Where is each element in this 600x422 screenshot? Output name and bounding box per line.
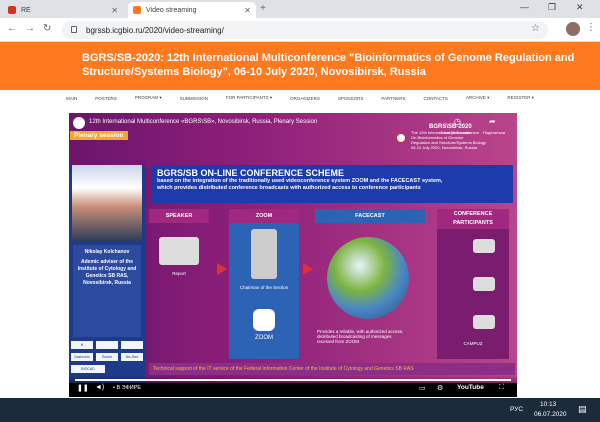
language-indicator[interactable]: РУС (510, 406, 523, 413)
participant-icon (473, 239, 495, 253)
youtube-logo[interactable]: YouTube (457, 384, 484, 391)
close-window-button[interactable]: ✕ (576, 2, 584, 13)
tab-label: Video streaming (146, 6, 197, 14)
gmail-icon (8, 6, 16, 14)
speaker-column: SPEAKER Report (149, 209, 209, 359)
speaker-photo (72, 165, 142, 241)
scheme-title: BGRS/SB ON-LINE CONFERENCE SCHEME (157, 168, 345, 178)
maximize-button[interactable]: ❐ (548, 2, 556, 13)
nav-register[interactable]: REGISTER ▾ (507, 95, 534, 101)
notification-icon[interactable]: ▤ (578, 404, 587, 415)
star-icon[interactable]: ☆ (531, 23, 540, 34)
participants-column: CONFERENCE PARTICIPANTS CAMPUZ (437, 209, 509, 359)
sponsor-logo (121, 341, 143, 349)
nav-program[interactable]: PROGRAM ▾ (135, 95, 162, 101)
site-banner: BGRS/SB-2020: 12th International Multico… (0, 42, 600, 90)
conf-line: 06-10 July 2020, Novosibirsk, Russia (411, 145, 477, 150)
nav-organizers[interactable]: ORGANIZERS (290, 96, 320, 101)
address-bar[interactable]: bgrssb.icgbio.ru/2020/video-streaming/ ☆ (62, 21, 548, 39)
speaker-card: Nikolay Kolchanov Ademic adviser of the I… (73, 245, 141, 337)
live-badge[interactable]: • В ЭФИРЕ (113, 385, 141, 391)
column-header: CONFERENCE PARTICIPANTS (437, 209, 509, 229)
speaker-panel: Nikolay Kolchanov Ademic adviser of the I… (69, 165, 145, 383)
toolbar: ← → ↻ bgrssb.icgbio.ru/2020/video-stream… (0, 18, 600, 42)
scheme-header: BGRS/SB ON-LINE CONFERENCE SCHEME based … (151, 165, 513, 203)
nav-posters[interactable]: POSTERS (95, 96, 117, 101)
conference-block: BGRS\SB-2020 The 12th International Mult… (399, 124, 515, 161)
video-player[interactable]: 12th International Multiconference «BGRS… (69, 113, 517, 397)
sponsor-logo: BIOCAD (71, 365, 105, 373)
nav-sponsors[interactable]: SPONSORS (338, 96, 364, 101)
speaker-role: Ademic adviser of the Institute of Cytol… (77, 259, 137, 286)
campuz-label: CAMPUZ (463, 341, 483, 346)
nav-submission[interactable]: SUBMISSION (180, 96, 208, 101)
progress-bar[interactable] (75, 379, 511, 381)
minimize-button[interactable]: — (520, 2, 529, 12)
fullscreen-icon[interactable]: ⛶ (499, 384, 504, 392)
arrow-icon (217, 263, 227, 275)
column-header: ZOOM (229, 209, 299, 223)
reload-button[interactable]: ↻ (43, 23, 51, 34)
tab-bar: RE ✕ Video streaming ✕ + — ❐ ✕ (0, 0, 600, 18)
column-header: FACECAST (315, 209, 425, 223)
zoom-camera-icon (253, 309, 275, 331)
chairman-figure (251, 229, 277, 279)
sponsor-logo: Roche (96, 353, 118, 361)
globe-image (327, 237, 409, 319)
participant-icon (473, 277, 495, 291)
taskbar: РУС 10:13 06.07.2020 ▤ (0, 398, 600, 422)
volume-icon[interactable]: ◄) (95, 384, 104, 391)
pause-button[interactable]: ❚❚ (77, 384, 89, 392)
nav-main[interactable]: MAIN (66, 96, 77, 101)
profile-avatar[interactable] (566, 22, 580, 36)
menu-icon[interactable]: ⋮ (586, 22, 596, 33)
chairman-label: Chairman of the Section (239, 285, 289, 290)
facecast-note: Provides a reliable, with authorized acc… (317, 329, 404, 344)
subtitles-icon[interactable]: ▭ (419, 384, 426, 392)
site-nav: MAIN POSTERS PROGRAM ▾ SUBMISSION FOR PA… (0, 90, 600, 106)
url-text: bgrssb.icgbio.ru/2020/video-streaming/ (86, 25, 224, 35)
zoom-column: ZOOM Chairman of the Section ZOOM (229, 209, 299, 359)
new-tab-button[interactable]: + (260, 3, 266, 14)
sponsor-logo: Bio-Rad (121, 353, 143, 361)
column-header: SPEAKER (149, 209, 209, 223)
close-icon[interactable]: ✕ (111, 6, 118, 15)
video-title[interactable]: 12th International Multiconference «BGRS… (89, 119, 317, 125)
report-label: Report (172, 271, 186, 276)
speaker-name: Nikolay Kolchanov (84, 249, 130, 255)
tab-gmail[interactable]: RE ✕ (3, 2, 123, 18)
scheme-subtitle: based on the integration of the traditio… (157, 178, 443, 184)
video-frame: 12th International Multiconference «BGRS… (69, 113, 517, 383)
close-icon[interactable]: ✕ (244, 6, 251, 15)
settings-icon[interactable]: ⚙ (437, 384, 443, 392)
nav-archive[interactable]: ARCHIVE ▾ (466, 95, 490, 101)
zoom-label: ZOOM (255, 335, 273, 341)
scheme-subtitle: which provides distributed conference br… (157, 185, 421, 191)
clock-date[interactable]: 06.07.2020 (534, 411, 567, 418)
tab-label: RE (21, 6, 31, 14)
plenary-badge: Plenary session (70, 131, 128, 140)
lock-icon (71, 26, 77, 33)
tab-video-streaming[interactable]: Video streaming ✕ (128, 2, 256, 18)
microphone-icon (159, 237, 199, 265)
sponsor-logo (96, 341, 118, 349)
player-controls: ❚❚ ◄) • В ЭФИРЕ ▭ ⚙ YouTube ⛶ (69, 375, 517, 397)
sponsor-logo: Basinvest (71, 353, 93, 361)
sponsor-logo: N (71, 341, 93, 349)
nav-for-participants[interactable]: FOR PARTICIPANTS ▾ (226, 95, 272, 101)
participant-icon (473, 315, 495, 329)
clock-time[interactable]: 10:13 (540, 401, 556, 408)
channel-icon[interactable] (73, 117, 85, 129)
banner-title: BGRS/SB-2020: 12th International Multico… (82, 52, 575, 78)
slide-footer: Technical support of the IT service of t… (149, 363, 515, 375)
forward-button[interactable]: → (25, 23, 35, 34)
nav-partners[interactable]: PARTNERS (381, 96, 405, 101)
nav-contacts[interactable]: CONTACTS (423, 96, 447, 101)
arrow-icon (303, 263, 313, 275)
back-button[interactable]: ← (7, 23, 17, 34)
site-icon (133, 6, 141, 14)
